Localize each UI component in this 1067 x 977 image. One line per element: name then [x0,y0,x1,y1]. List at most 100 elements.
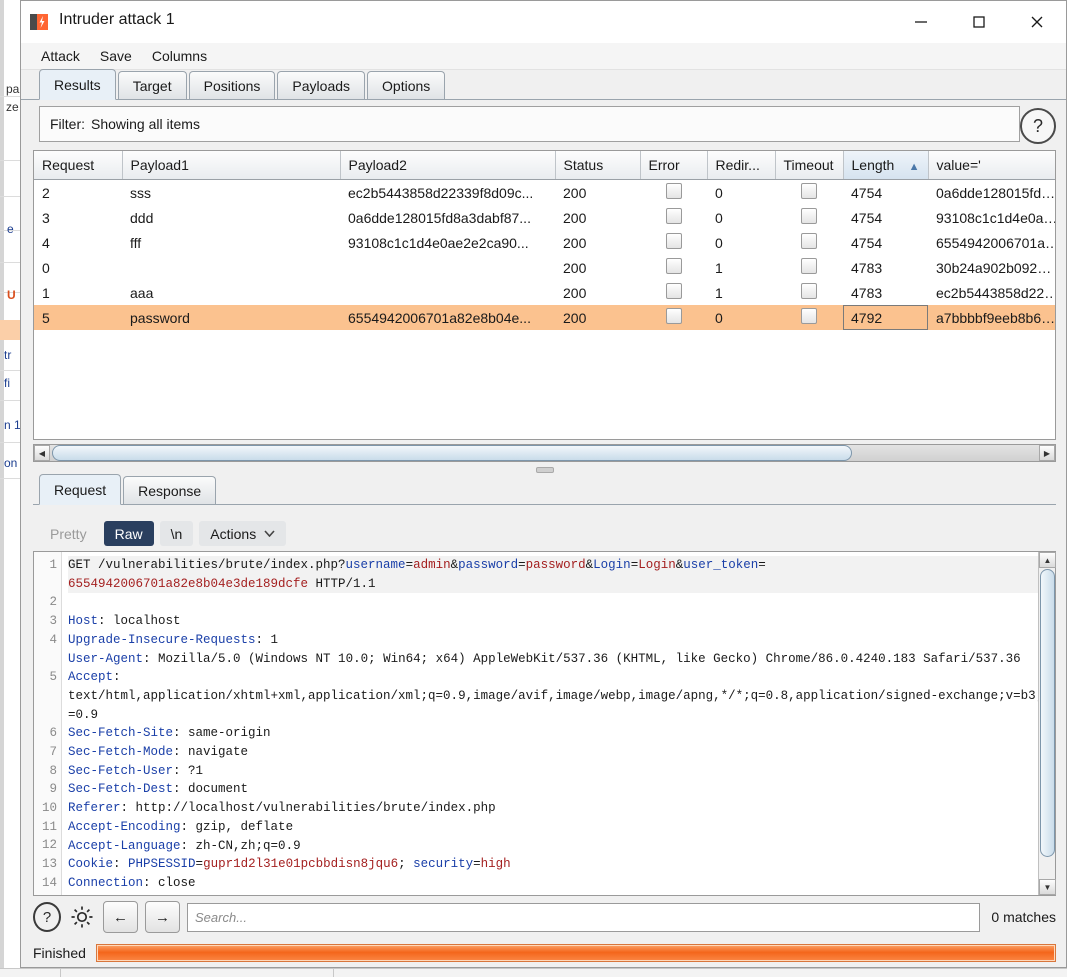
error-checkbox[interactable] [665,283,682,299]
header-value: http://localhost/vulnerabilities/brute/i… [128,801,496,816]
results-horizontal-scrollbar[interactable]: ◀ ▶ [33,444,1056,462]
param-value: password [525,558,586,572]
col-header-error[interactable]: Error [640,151,708,180]
menu-attack[interactable]: Attack [39,46,82,66]
error-checkbox[interactable] [665,183,682,199]
search-next-button[interactable]: → [145,901,180,933]
cell-timeout [775,280,843,305]
question-mark-icon[interactable]: ? [33,902,61,932]
col-header-redirect[interactable]: Redir... [707,151,776,180]
error-checkbox[interactable] [665,208,682,224]
table-row[interactable]: 2 sss ec2b5443858d22339f8d09c... 200 0 4… [34,180,1055,206]
scroll-right-arrow-icon[interactable]: ▶ [1039,445,1055,461]
bg-fragment: e [7,222,14,236]
col-header-value[interactable]: value=' [928,151,1055,180]
table-row[interactable]: 1 aaa 200 1 4783 ec2b5443858d22… [34,280,1055,305]
cell-status: 200 [555,305,640,330]
timeout-checkbox[interactable] [801,283,817,299]
cell-payload2: 6554942006701a82e8b04e... [340,305,555,330]
header-name: User-Agent [68,651,144,666]
menu-columns[interactable]: Columns [150,46,209,66]
bg-highlight-row [0,320,20,340]
tab-target[interactable]: Target [117,71,187,100]
col-header-payload2[interactable]: Payload2 [340,151,556,180]
newline-button[interactable]: \n [159,521,194,546]
cell-payload2 [340,280,555,305]
filter-area: Filter: Showing all items ? [39,106,1056,144]
line-number: 11 [41,819,57,834]
cell-length: 4792 [843,305,928,330]
results-table-container[interactable]: Request Payload1 Payload2 Status Error R… [33,150,1056,440]
tab-response[interactable]: Response [123,476,217,505]
error-checkbox[interactable] [665,233,682,249]
error-checkbox[interactable] [665,258,682,274]
attack-progress-bar [95,944,1056,962]
actions-button[interactable]: Actions [199,521,287,546]
hscroll-track[interactable] [50,445,1039,461]
timeout-checkbox[interactable] [801,208,817,224]
col-header-length[interactable]: Length ▲ [843,151,929,180]
line-number: 1 [49,558,57,572]
search-bar: ? ← → 0 matches [33,898,1056,936]
tab-results[interactable]: Results [39,69,116,100]
col-header-request[interactable]: Request [34,151,123,180]
tab-payloads[interactable]: Payloads [277,71,366,100]
col-header-payload1[interactable]: Payload1 [122,151,341,180]
scroll-up-arrow-icon[interactable]: ▲ [1039,552,1056,568]
error-checkbox[interactable] [665,308,682,324]
panel-splitter[interactable] [33,465,1056,473]
gear-icon[interactable] [68,903,96,931]
table-row[interactable]: 4 fff 93108c1c1d4e0ae2e2ca90... 200 0 47… [34,230,1055,255]
search-input[interactable] [187,902,981,932]
col-header-status[interactable]: Status [555,151,641,180]
tab-positions[interactable]: Positions [188,71,276,100]
bg-fragment: pa [6,82,20,96]
request-vertical-scrollbar[interactable]: ▲ ▼ [1038,552,1056,895]
tab-request[interactable]: Request [39,474,122,505]
results-table: Request Payload1 Payload2 Status Error R… [34,151,1055,330]
question-mark-icon[interactable]: ? [1020,108,1056,144]
raw-button[interactable]: Raw [103,521,154,546]
scroll-left-arrow-icon[interactable]: ◀ [34,445,50,461]
cell-request: 3 [42,209,50,226]
close-button[interactable] [1008,1,1066,43]
request-raw-text[interactable]: GET /vulnerabilities/brute/index.php?use… [62,552,1055,895]
timeout-checkbox[interactable] [801,183,817,199]
cell-error [640,205,707,230]
desktop-bottom-edge [0,968,1067,977]
menu-save[interactable]: Save [98,46,134,66]
line-number: 6 [49,726,57,741]
search-previous-button[interactable]: ← [103,901,138,933]
timeout-checkbox[interactable] [801,258,817,274]
attack-progress-fill [97,946,1054,960]
scroll-down-arrow-icon[interactable]: ▼ [1039,879,1056,895]
minimize-button[interactable] [892,1,950,43]
table-row[interactable]: 0 200 1 4783 30b24a902b092… [34,255,1055,280]
cell-timeout [775,180,843,206]
tab-options[interactable]: Options [367,71,446,100]
timeout-checkbox[interactable] [801,233,817,249]
cookie-value: high [480,857,511,872]
request-editor[interactable]: 1 2 3 4 5 6 7 8 9 10 11 12 13 14 GET /vu… [33,551,1056,896]
hscroll-thumb[interactable] [52,445,852,461]
maximize-button[interactable] [950,1,1008,43]
splitter-grip[interactable] [535,467,554,473]
line-number: 3 [49,614,57,629]
cell-error [640,280,707,305]
col-header-timeout[interactable]: Timeout [775,151,844,180]
cell-status: 200 [563,184,587,201]
pretty-button[interactable]: Pretty [39,521,98,546]
table-row[interactable]: 5 password 6554942006701a82e8b04e... 200… [34,305,1055,330]
cell-redirect: 1 [715,284,723,301]
header-name: Referer [68,801,121,816]
cookie-name: security [413,857,474,872]
timeout-checkbox[interactable] [801,308,817,324]
line-number: 12 [41,838,57,853]
header-value: 1 [263,632,279,647]
vscroll-thumb[interactable] [1040,569,1055,857]
filter-bar[interactable]: Filter: Showing all items [39,106,1020,142]
header-name: Upgrade-Insecure-Requests [68,632,256,647]
table-row[interactable]: 3 ddd 0a6dde128015fd8a3dabf87... 200 0 4… [34,205,1055,230]
cell-length: 4754 [851,184,883,201]
cell-redirect: 1 [715,259,723,276]
